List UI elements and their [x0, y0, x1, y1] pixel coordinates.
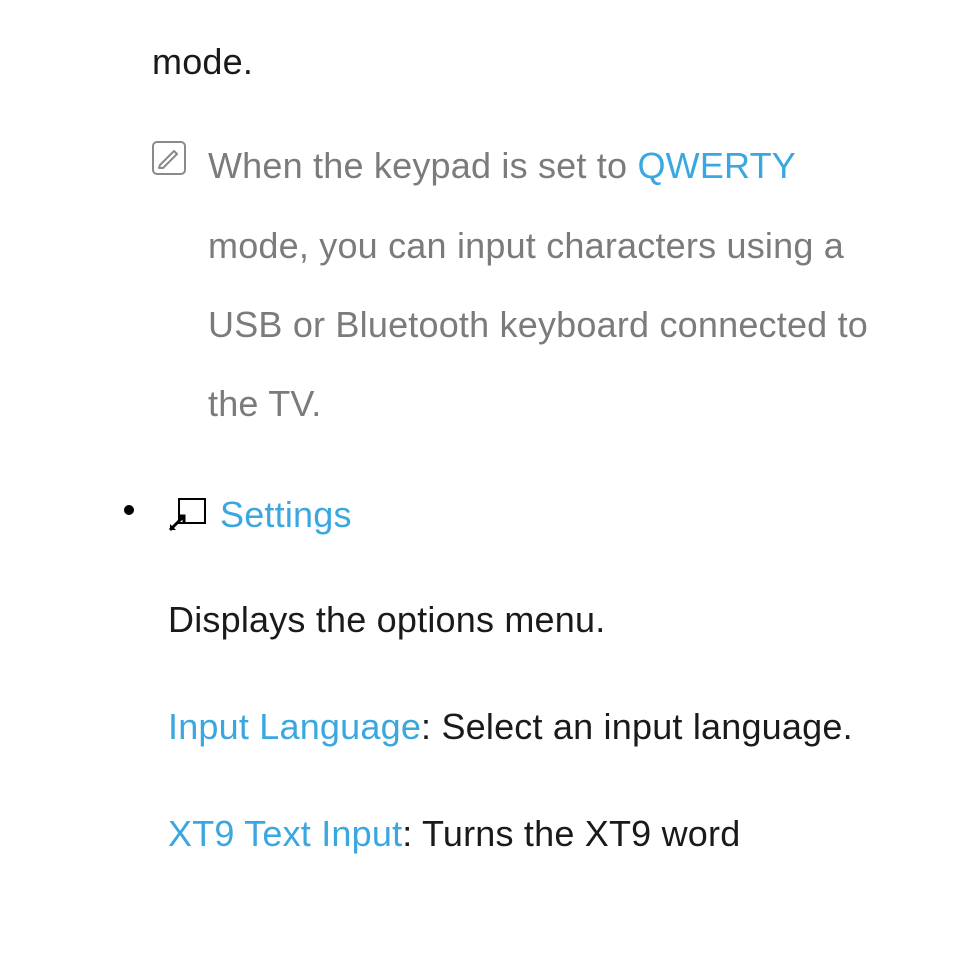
note-text: When the keypad is set to QWERTY mode, y… [208, 126, 898, 443]
xt9-label: XT9 Text Input [168, 813, 402, 854]
note-block: When the keypad is set to QWERTY mode, y… [152, 126, 909, 443]
xt9-desc: : Turns the XT9 word [402, 813, 740, 854]
options-menu-icon [168, 498, 206, 532]
settings-bullet: Settings Displays the options menu. Inpu… [152, 481, 909, 873]
qwerty-highlight: QWERTY [637, 145, 795, 186]
input-language-line: Input Language: Select an input language… [168, 687, 853, 766]
note-pencil-icon [152, 141, 186, 175]
bullet-dot-icon [124, 505, 134, 515]
input-language-label: Input Language [168, 706, 421, 747]
input-language-desc: : Select an input language. [421, 706, 853, 747]
settings-description: Displays the options menu. [168, 580, 853, 659]
settings-label: Settings [220, 481, 352, 549]
xt9-line: XT9 Text Input: Turns the XT9 word [168, 794, 853, 873]
document-page: mode. When the keypad is set to QWERTY m… [0, 0, 954, 873]
settings-heading: Settings [168, 481, 853, 549]
note-pre: When the keypad is set to [208, 145, 637, 186]
mode-fragment-line: mode. [152, 28, 909, 96]
note-post: mode, you can input characters using a U… [208, 225, 868, 424]
